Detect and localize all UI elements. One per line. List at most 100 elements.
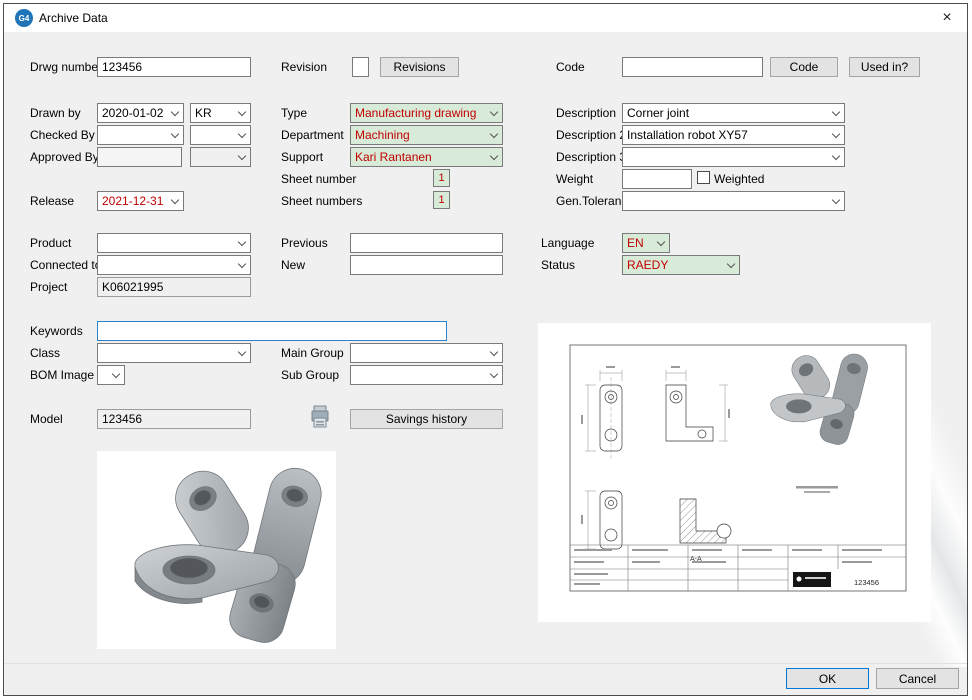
code-label: Code [556, 60, 585, 74]
sub-group-label: Sub Group [281, 368, 339, 382]
connected-to-label: Connected to [30, 258, 101, 272]
description-value: Corner joint [623, 106, 828, 120]
description-select[interactable]: Corner joint [622, 103, 845, 123]
status-value: RAEDY [623, 258, 723, 272]
chevron-down-icon[interactable] [108, 366, 124, 384]
cancel-button[interactable]: Cancel [876, 668, 959, 689]
approved-by-initials-select[interactable] [190, 147, 251, 167]
chevron-down-icon[interactable] [828, 148, 844, 166]
bom-image-label: BOM Image [30, 368, 94, 382]
savings-history-button[interactable]: Savings history [350, 409, 503, 429]
status-select[interactable]: RAEDY [622, 255, 740, 275]
chevron-down-icon[interactable] [828, 192, 844, 210]
sheet-number-value: 1 [433, 169, 450, 187]
chevron-down-icon[interactable] [234, 104, 250, 122]
connected-to-select[interactable] [97, 255, 251, 275]
chevron-down-icon[interactable] [167, 104, 183, 122]
type-select[interactable]: Manufacturing drawing [350, 103, 503, 123]
footer-divider [4, 663, 967, 664]
chevron-down-icon[interactable] [234, 148, 250, 166]
release-select[interactable]: 2021-12-31 [97, 191, 184, 211]
approved-by-label: Approved By [30, 150, 99, 164]
previous-input[interactable] [350, 233, 503, 253]
class-select[interactable] [97, 343, 251, 363]
print-icon[interactable] [310, 405, 330, 429]
window-title: Archive Data [39, 11, 108, 25]
release-value: 2021-12-31 [98, 194, 167, 208]
product-select[interactable] [97, 233, 251, 253]
support-value: Kari Rantanen [351, 150, 486, 164]
class-label: Class [30, 346, 60, 360]
title-bar: G4 Archive Data × [4, 4, 967, 32]
sheet-numbers-value: 1 [433, 191, 450, 209]
checked-by-label: Checked By [30, 128, 95, 142]
type-label: Type [281, 106, 307, 120]
part-3d-image [97, 451, 336, 649]
chevron-down-icon[interactable] [486, 366, 502, 384]
sub-group-select[interactable] [350, 365, 503, 385]
weighted-label: Weighted [714, 172, 764, 186]
new-input[interactable] [350, 255, 503, 275]
chevron-down-icon[interactable] [723, 256, 739, 274]
chevron-down-icon[interactable] [167, 192, 183, 210]
revisions-button[interactable]: Revisions [380, 57, 459, 77]
revision-input[interactable] [352, 57, 369, 77]
revision-label: Revision [281, 60, 327, 74]
chevron-down-icon[interactable] [828, 104, 844, 122]
chevron-down-icon[interactable] [234, 126, 250, 144]
checked-by-date-select[interactable] [97, 125, 184, 145]
department-value: Machining [351, 128, 486, 142]
description2-label: Description 2 [556, 128, 626, 142]
model-label: Model [30, 412, 63, 426]
weighted-checkbox[interactable] [697, 171, 710, 184]
support-select[interactable]: Kari Rantanen [350, 147, 503, 167]
chevron-down-icon[interactable] [486, 148, 502, 166]
description3-select[interactable] [622, 147, 845, 167]
code-input[interactable] [622, 57, 763, 77]
type-value: Manufacturing drawing [351, 106, 486, 120]
language-select[interactable]: EN [622, 233, 670, 253]
part-3d-preview [97, 451, 336, 649]
department-label: Department [281, 128, 344, 142]
previous-label: Previous [281, 236, 328, 250]
chevron-down-icon[interactable] [486, 344, 502, 362]
description-label: Description [556, 106, 616, 120]
chevron-down-icon[interactable] [828, 126, 844, 144]
new-label: New [281, 258, 305, 272]
drwg-number-input[interactable]: 123456 [97, 57, 251, 77]
archive-data-dialog: G4 Archive Data × Drwg number 123456 Rev… [3, 3, 968, 696]
model-field: 123456 [97, 409, 251, 429]
checked-by-initials-select[interactable] [190, 125, 251, 145]
release-label: Release [30, 194, 74, 208]
keywords-input[interactable] [97, 321, 447, 341]
used-in-button[interactable]: Used in? [849, 57, 920, 77]
chevron-down-icon[interactable] [234, 344, 250, 362]
drawn-by-date-select[interactable]: 2020-01-02 [97, 103, 184, 123]
chevron-down-icon[interactable] [234, 256, 250, 274]
chevron-down-icon[interactable] [167, 126, 183, 144]
drawn-by-date-value: 2020-01-02 [98, 106, 167, 120]
description2-select[interactable]: Installation robot XY57 [622, 125, 845, 145]
app-logo-icon: G4 [15, 9, 33, 27]
main-group-select[interactable] [350, 343, 503, 363]
close-icon[interactable]: × [935, 6, 959, 30]
chevron-down-icon[interactable] [653, 234, 669, 252]
gen-tolerances-select[interactable] [622, 191, 845, 211]
description3-label: Description 3 [556, 150, 626, 164]
project-field: K06021995 [97, 277, 251, 297]
weight-input[interactable] [622, 169, 692, 189]
technical-drawing-preview: A-A [538, 323, 931, 622]
approved-by-date-input[interactable] [97, 147, 182, 167]
drawn-by-initials-select[interactable]: KR [190, 103, 251, 123]
chevron-down-icon[interactable] [234, 234, 250, 252]
bom-image-select[interactable] [97, 365, 125, 385]
product-label: Product [30, 236, 71, 250]
chevron-down-icon[interactable] [486, 126, 502, 144]
technical-drawing-image: A-A [538, 323, 931, 622]
ok-button[interactable]: OK [786, 668, 869, 689]
chevron-down-icon[interactable] [486, 104, 502, 122]
code-button[interactable]: Code [770, 57, 838, 77]
sheet-numbers-label: Sheet numbers [281, 194, 362, 208]
sheet-number-label: Sheet number [281, 172, 356, 186]
department-select[interactable]: Machining [350, 125, 503, 145]
